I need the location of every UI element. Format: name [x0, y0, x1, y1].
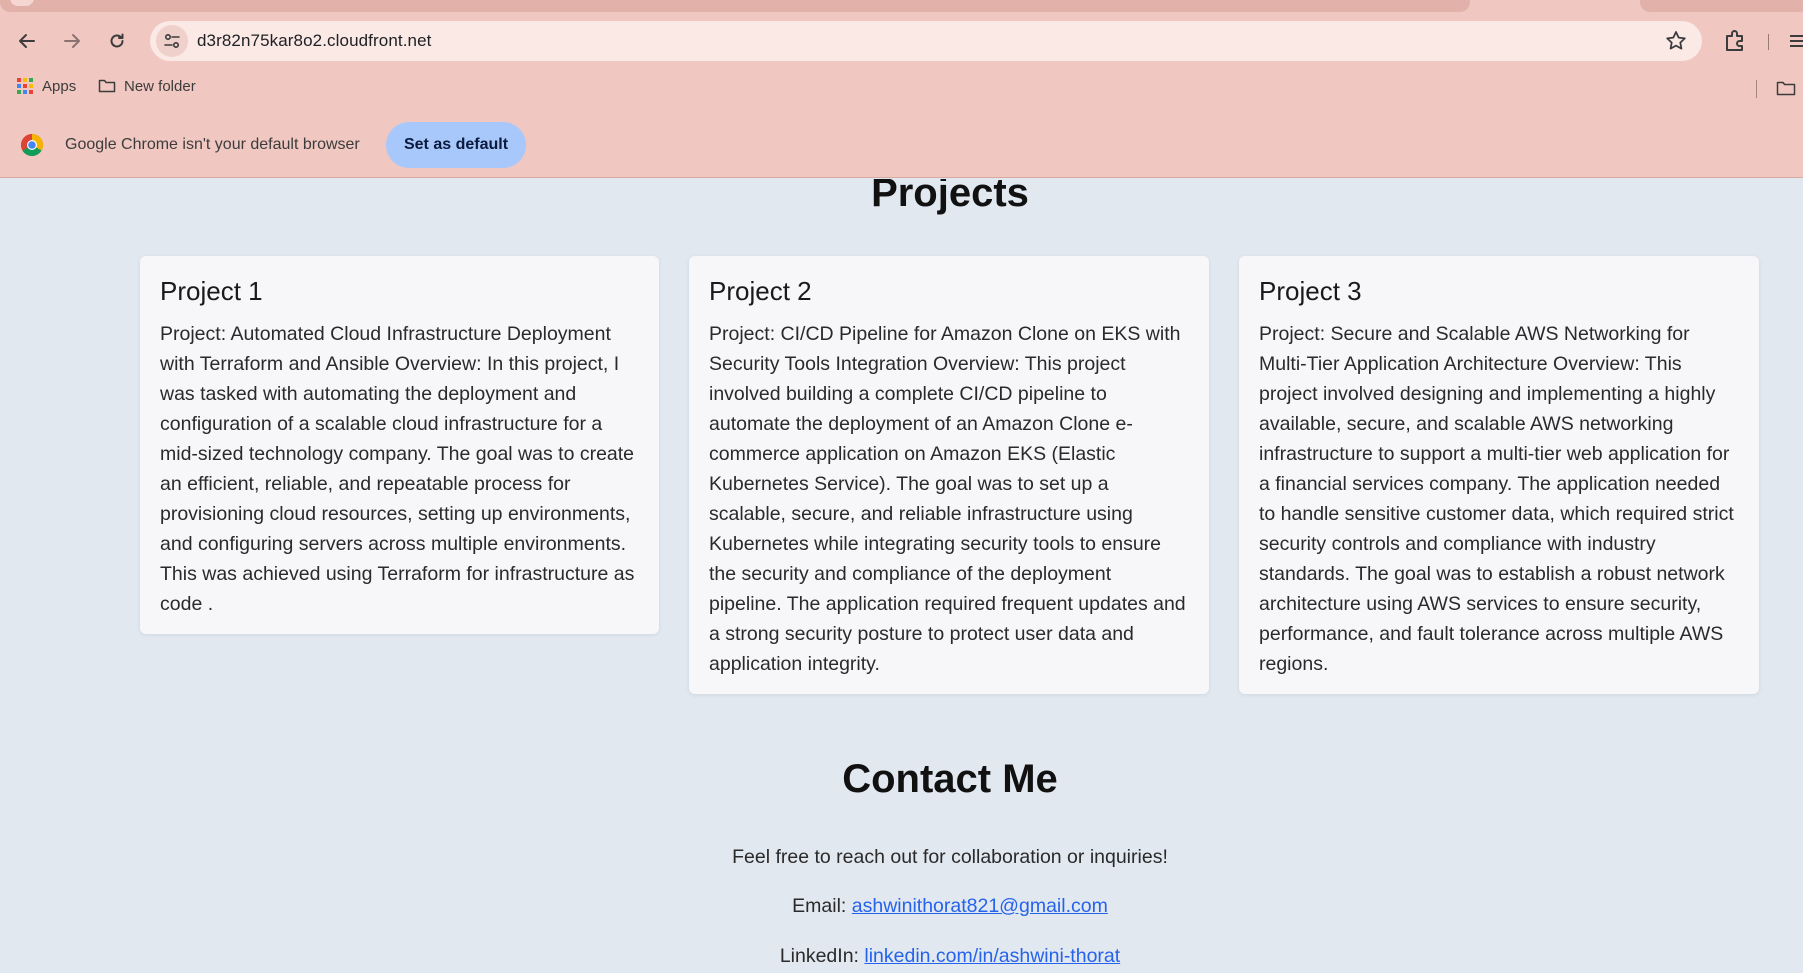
bookmarks-divider [1756, 80, 1757, 98]
back-arrow-icon [19, 34, 35, 48]
set-as-default-button[interactable]: Set as default [386, 122, 526, 168]
address-bar[interactable]: d3r82n75kar8o2.cloudfront.net [150, 21, 1702, 61]
url-text[interactable]: d3r82n75kar8o2.cloudfront.net [197, 31, 431, 51]
project-card-title: Project 3 [1259, 276, 1362, 306]
bookmark-new-folder[interactable]: New folder [98, 77, 196, 95]
folder-icon [98, 79, 116, 93]
menu-icon[interactable] [1790, 34, 1803, 48]
project-card-title: Project 2 [709, 276, 812, 306]
other-bookmarks-folder-icon[interactable] [1776, 79, 1796, 97]
tab-strip [0, 0, 1803, 12]
email-link[interactable]: ashwinithorat821@gmail.com [852, 895, 1108, 917]
contact-linkedin-line: LinkedIn: linkedin.com/in/ashwini-thorat [0, 945, 1803, 968]
bookmark-apps[interactable]: Apps [16, 77, 76, 95]
toolbar-divider [1768, 34, 1769, 50]
contact-email-line: Email: ashwinithorat821@gmail.com [0, 895, 1803, 918]
projects-heading: Projects [871, 179, 1029, 215]
apps-grid-icon [17, 78, 33, 94]
chrome-logo-icon [21, 134, 43, 156]
tab-active[interactable] [0, 0, 1470, 12]
reload-button[interactable] [100, 24, 134, 58]
project-card-body: Project: CI/CD Pipeline for Amazon Clone… [709, 323, 1186, 675]
bookmark-new-folder-label: New folder [124, 77, 196, 95]
reload-icon [110, 33, 124, 48]
project-card: Project 2 Project: CI/CD Pipeline for Am… [689, 256, 1209, 694]
email-label: Email: [792, 895, 847, 917]
project-card: Project 1 Project: Automated Cloud Infra… [140, 256, 659, 634]
tab-inactive[interactable] [1640, 0, 1803, 12]
forward-arrow-icon [64, 34, 80, 48]
infobar-message: Google Chrome isn't your default browser [65, 136, 360, 153]
back-button[interactable] [10, 24, 44, 58]
bookmark-apps-label: Apps [42, 77, 77, 95]
forward-button[interactable] [55, 24, 89, 58]
contact-heading: Contact Me [842, 757, 1058, 801]
bookmarks-bar: Apps New folder [0, 72, 1803, 104]
default-browser-infobar: Google Chrome isn't your default browser… [0, 118, 1803, 174]
tune-icon [164, 33, 180, 49]
page-content: Projects Project 1 Project: Automated Cl… [0, 179, 1803, 973]
contact-intro: Feel free to reach out for collaboration… [732, 846, 1168, 868]
linkedin-link[interactable]: linkedin.com/in/ashwini-thorat [864, 945, 1120, 967]
toolbar: d3r82n75kar8o2.cloudfront.net [0, 14, 1803, 68]
site-info-button[interactable] [156, 25, 188, 57]
browser-chrome: d3r82n75kar8o2.cloudfront.net Apps New f… [0, 0, 1803, 178]
linkedin-label: LinkedIn: [779, 945, 859, 967]
bookmark-star-icon[interactable] [1664, 29, 1688, 53]
project-card-body: Project: Automated Cloud Infrastructure … [160, 323, 635, 615]
project-card: Project 3 Project: Secure and Scalable A… [1239, 256, 1759, 694]
extensions-icon[interactable] [1722, 28, 1748, 54]
project-card-title: Project 1 [160, 276, 263, 306]
project-card-body: Project: Secure and Scalable AWS Network… [1259, 323, 1734, 675]
